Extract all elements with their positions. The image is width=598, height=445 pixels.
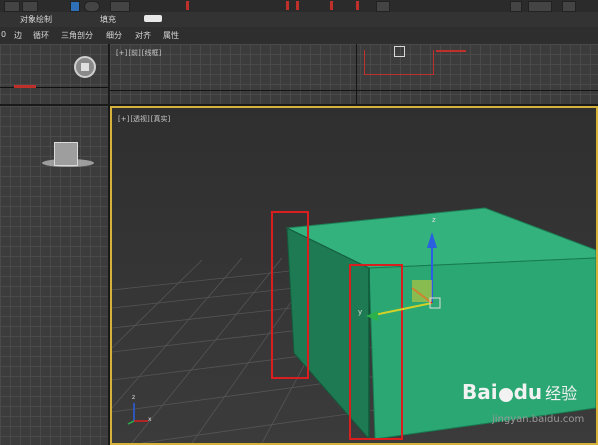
toolbar-button[interactable] [22,1,38,12]
baidu-jingyan-logo: Bai du 经验 [462,380,577,404]
tool-subdivide[interactable]: 细分 [106,30,122,41]
toolbar-red-icon[interactable] [186,1,189,10]
horizon-line [110,90,598,91]
ribbon-tool-row: 0 边 循环 三角剖分 细分 对齐 属性 [0,27,598,45]
toolbar-button[interactable] [376,1,390,12]
tool-triangulate[interactable]: 三角剖分 [61,30,93,41]
toolbar-button[interactable] [4,1,20,12]
red-arrow-icon [436,50,466,52]
mini-axis-tripod [127,403,148,425]
tab-object-paint[interactable]: 对象绘制 [20,14,52,25]
viewport-name-menu[interactable]: [前] [128,49,140,57]
select-tool-button[interactable] [70,1,80,12]
toolbar-red-icon[interactable] [286,1,289,10]
toolbar-red-icon[interactable] [356,1,359,10]
toolbar-red-icon[interactable] [330,1,333,10]
toolbar-button[interactable] [528,1,552,12]
tab-fill[interactable]: 填充 [100,14,116,25]
tool-edge[interactable]: 边 [14,30,22,41]
fill-options-dropdown[interactable] [144,15,162,22]
viewport-left[interactable] [0,106,108,445]
baidu-logo-text: Bai [462,380,498,404]
paw-icon [498,387,513,402]
ribbon-tab-bar: 对象绘制 填充 [0,12,598,27]
mini-axis-z-label: z [132,394,136,401]
front-viewport-label: [+][前][线框] [116,48,162,58]
viewport-top[interactable] [0,44,108,104]
mini-axis-x-label: x [148,416,152,423]
tool-item-0[interactable]: 0 [1,30,6,39]
viewport-shading-menu[interactable]: [线框] [142,49,161,57]
tool-properties[interactable]: 属性 [163,30,179,41]
vertical-axis-line [356,44,357,104]
circle-tool-button[interactable] [84,1,100,12]
viewport-plus-menu[interactable]: [+] [116,49,127,57]
watermark-url: jingyan.baidu.com [492,414,585,425]
toolbar-red-icon[interactable] [296,1,299,10]
box-front-face [368,257,596,440]
object-icon [54,142,78,166]
gizmo-z-label: z [432,216,436,224]
gizmo-plane-handle [412,280,432,302]
baidu-logo-text-2: du [513,380,543,404]
viewcube-icon[interactable] [74,56,96,78]
pivot-icon [394,46,405,57]
tool-align[interactable]: 对齐 [135,30,151,41]
viewport-front[interactable]: [+][前][线框] [110,44,598,104]
gizmo-y-label: y [358,308,363,316]
tool-loop[interactable]: 循环 [33,30,49,41]
jingyan-brand: 经验 [545,384,578,403]
toolbar-button[interactable] [562,1,576,12]
red-arrow-icon [14,85,36,88]
toolbar-button[interactable] [110,1,130,12]
toolbar-button[interactable] [510,1,522,12]
